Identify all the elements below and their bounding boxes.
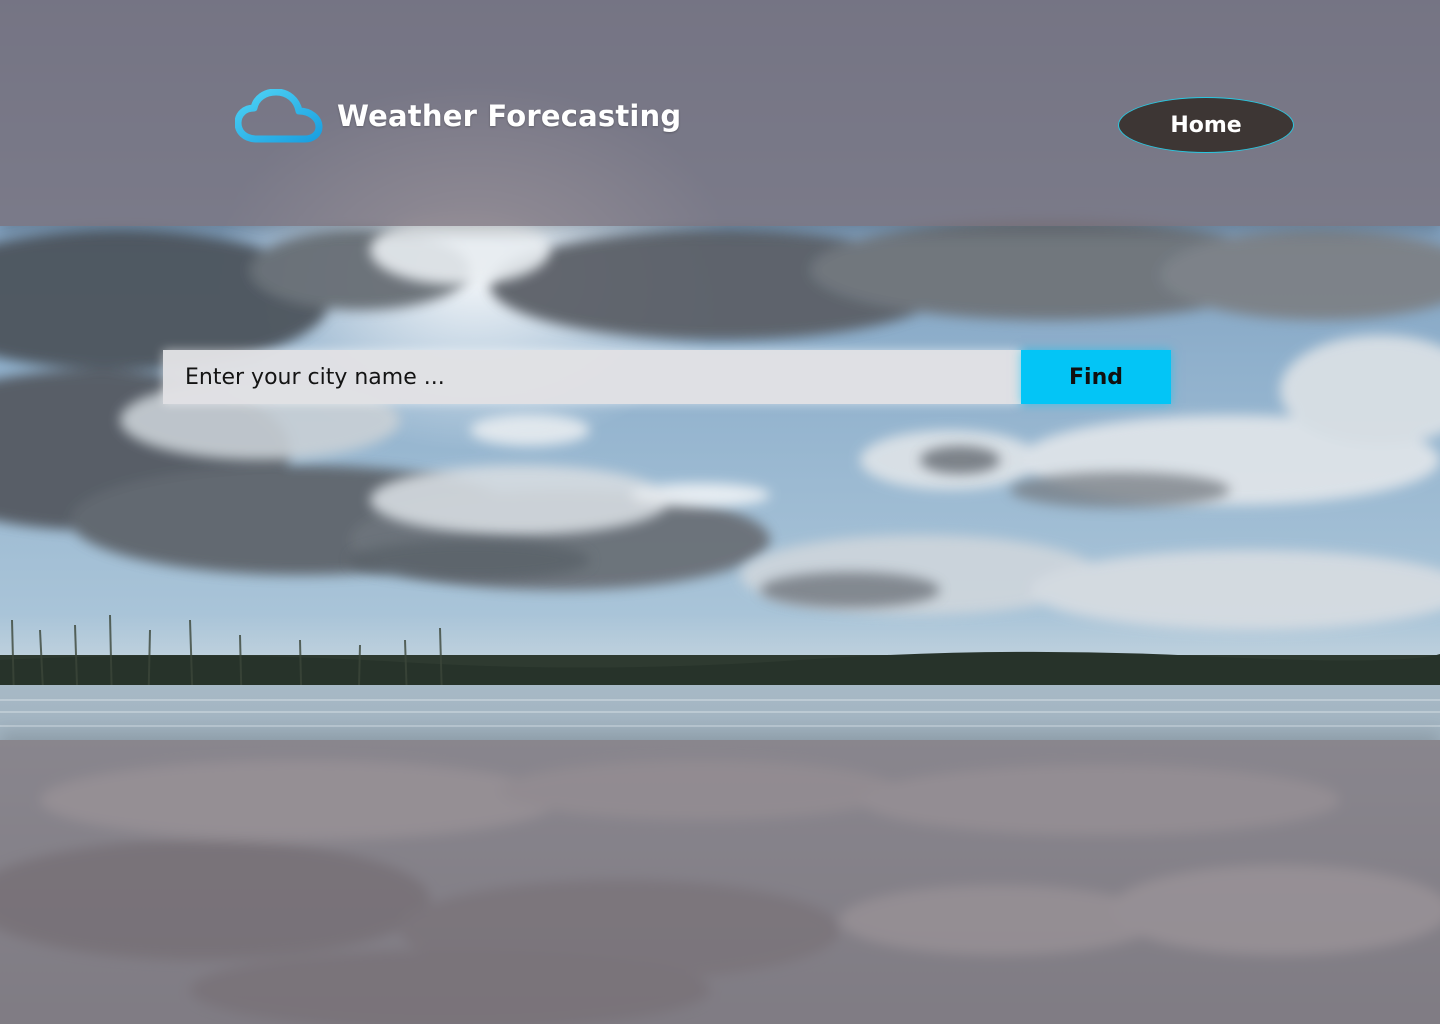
find-button[interactable]: Find [1021, 350, 1171, 404]
brand: Weather Forecasting [235, 86, 681, 146]
city-search-input[interactable] [163, 350, 1021, 404]
city-search-form: Find [163, 350, 1171, 404]
weather-page: Weather Forecasting Home Find [0, 0, 1440, 1024]
cloud-icon [235, 89, 323, 143]
home-button[interactable]: Home [1118, 97, 1294, 153]
app-title: Weather Forecasting [337, 99, 682, 133]
bottom-overlay [0, 740, 1440, 1024]
